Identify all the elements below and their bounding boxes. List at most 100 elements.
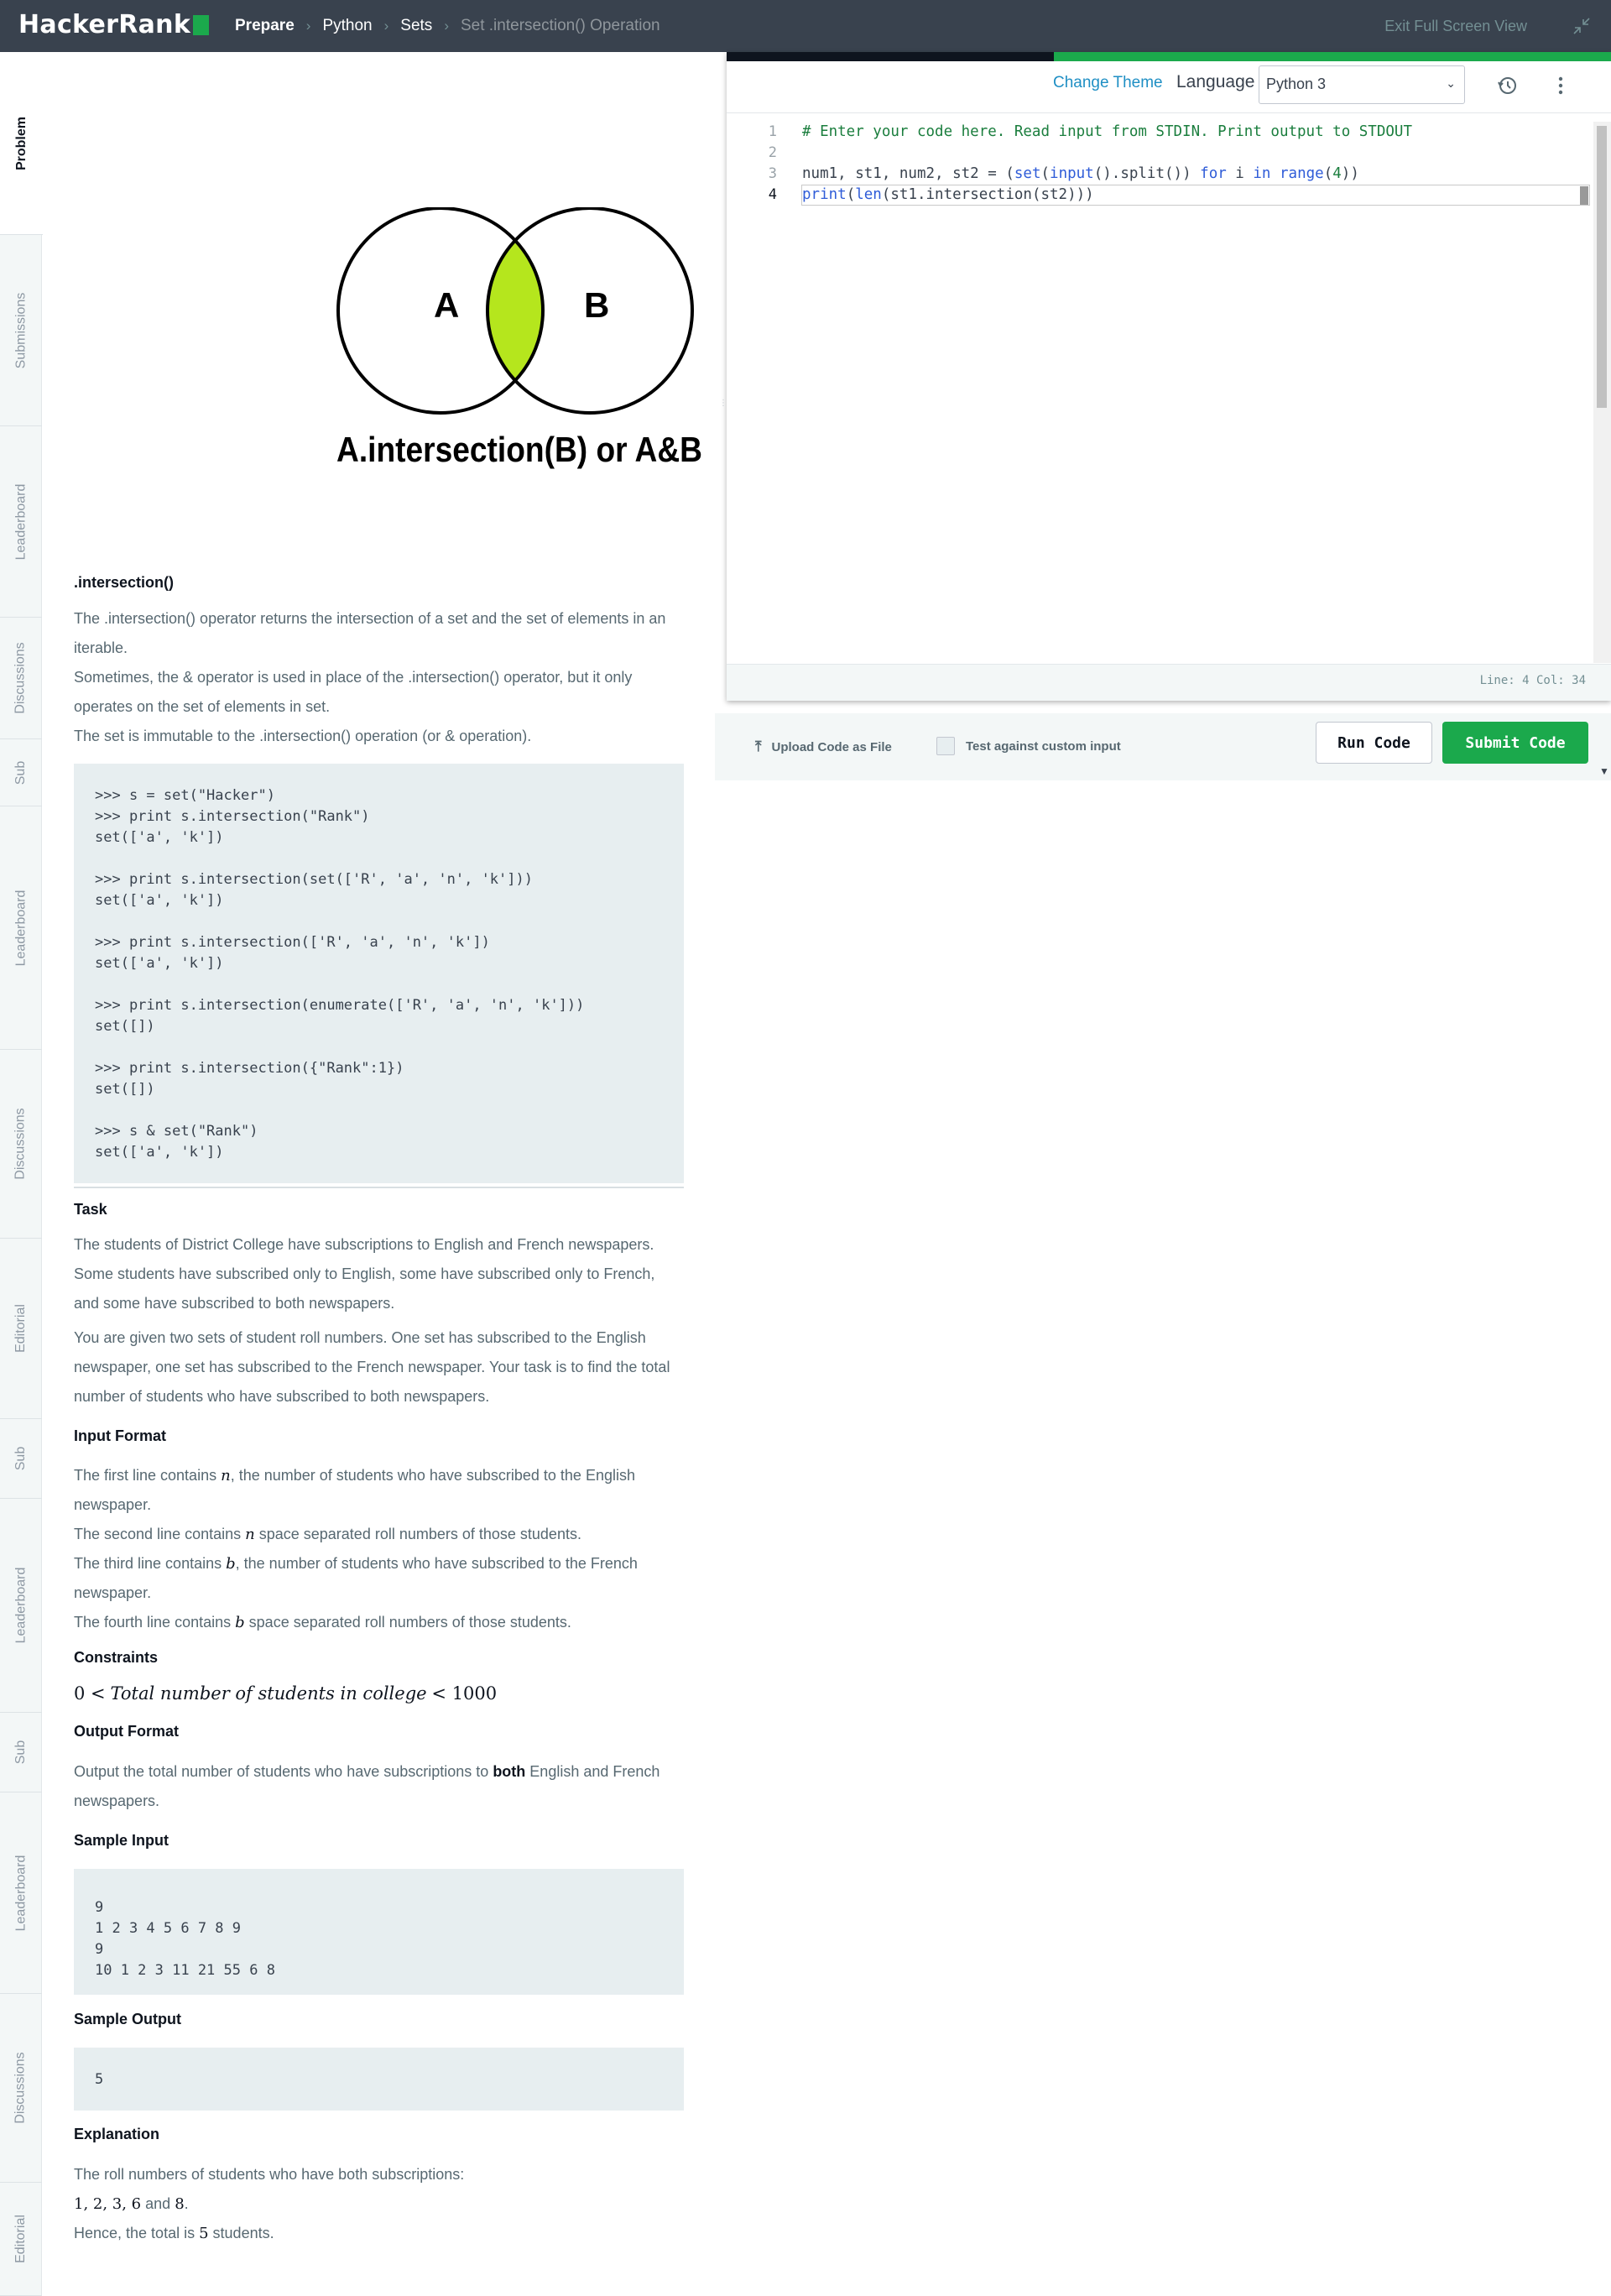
math-var: b <box>226 1555 236 1573</box>
tab-problem[interactable]: Problem <box>0 52 43 235</box>
math-var: n <box>245 1526 255 1543</box>
output-format-text: Output the total number of students who … <box>74 1757 686 1816</box>
logo-text: HackerRank <box>18 10 191 39</box>
tab-discussions[interactable]: Discussions <box>0 1050 42 1239</box>
upload-icon: ⤒ <box>755 738 762 754</box>
task-line: Some students have subscribed only to En… <box>74 1265 655 1282</box>
tab-label: Discussions <box>13 2052 29 2124</box>
tab-label: Submissions <box>13 292 29 368</box>
collapse-icon[interactable] <box>1572 17 1591 35</box>
explanation-line: Hence, the total is 5 students. <box>74 2219 686 2248</box>
tab-sub[interactable]: Sub <box>0 1713 42 1792</box>
input-line: newspaper. <box>74 1496 152 1513</box>
cursor-position: Line: 4 Col: 34 <box>1479 674 1586 687</box>
math-text: 5 <box>199 2225 209 2242</box>
change-theme-link[interactable]: Change Theme <box>1053 74 1163 92</box>
math-var: n <box>221 1467 231 1485</box>
venn-diagram: A B A.intersection(B) or A&B <box>336 207 702 469</box>
more-vertical-icon[interactable] <box>1552 74 1569 97</box>
tab-leaderboard[interactable]: Leaderboard <box>0 426 42 618</box>
explanation-line: 1, 2, 3, 6 and 8. <box>74 2189 686 2219</box>
math-text: < 1000 <box>431 1683 498 1704</box>
divider <box>74 1187 684 1188</box>
tab-label: Leaderboard <box>13 1567 28 1644</box>
pane-resize-handle[interactable]: ⋮ <box>719 399 727 432</box>
breadcrumb-python[interactable]: Python <box>322 17 372 35</box>
intro-line: Sometimes, the & operator is used in pla… <box>74 669 633 686</box>
minimap-cursor <box>1580 186 1588 205</box>
text: The second line contains <box>74 1526 242 1542</box>
text: Hence, the total is <box>74 2225 200 2241</box>
intro-paragraph: The .intersection() operator returns the… <box>74 604 686 751</box>
line-number: 1 <box>768 123 777 140</box>
intro-line: iterable. <box>74 639 128 656</box>
text: The third line contains <box>74 1555 222 1572</box>
custom-input-checkbox[interactable] <box>936 737 955 755</box>
tab-sub[interactable]: Sub <box>0 739 42 806</box>
text: students. <box>208 2225 274 2241</box>
text: The fourth line contains <box>74 1614 232 1631</box>
text: English and French <box>525 1763 660 1780</box>
upload-code-button[interactable]: ⤒ Upload Code as File <box>755 738 892 755</box>
task-paragraph-1: The students of District College have su… <box>74 1230 686 1318</box>
sample-input-block: 9 1 2 3 4 5 6 7 8 9 9 10 1 2 3 11 21 55 … <box>74 1869 684 1995</box>
input-line: The third line contains b, the number of… <box>74 1549 686 1578</box>
set-a-label: A <box>434 285 459 325</box>
breadcrumb-current: Set .intersection() Operation <box>460 17 660 34</box>
task-line: newspaper, one set has subscribed to the… <box>74 1359 670 1375</box>
constraints-title: Constraints <box>74 1649 159 1666</box>
scroll-down-arrow-icon[interactable]: ▼ <box>1599 765 1609 777</box>
tab-discussions[interactable]: Discussions <box>0 618 42 739</box>
tab-sub[interactable]: Sub <box>0 1419 42 1499</box>
breadcrumb-sets[interactable]: Sets <box>400 17 432 35</box>
tab-label: Sub <box>13 760 28 785</box>
task-line: and some have subscribed to both newspap… <box>74 1295 395 1312</box>
output-format-title: Output Format <box>74 1723 179 1740</box>
sample-output-title: Sample Output <box>74 2011 182 2027</box>
example-code-block: >>> s = set("Hacker") >>> print s.inters… <box>74 764 684 1183</box>
language-select[interactable]: Python 3 ⌄ <box>1259 65 1465 104</box>
breadcrumb-prepare[interactable]: Prepare <box>235 17 295 35</box>
input-line: The second line contains n space separat… <box>74 1520 686 1549</box>
math-text: 0 < <box>74 1683 106 1704</box>
line-number-gutter: 1 2 3 4 <box>727 122 777 206</box>
set-b-label: B <box>584 285 609 325</box>
tab-label: Discussions <box>13 1108 29 1180</box>
history-icon[interactable] <box>1496 74 1520 97</box>
text: , the number of students who have subscr… <box>235 1555 638 1572</box>
intro-line: The .intersection() operator returns the… <box>74 610 666 627</box>
language-label: Language <box>1176 72 1255 91</box>
venn-caption: A.intersection(B) or A&B <box>336 430 702 469</box>
math-text: 1, 2, 3, 6 <box>74 2195 142 2213</box>
math-text: 8 <box>175 2195 185 2213</box>
text: space separated roll numbers of those st… <box>254 1526 581 1542</box>
output-line: Output the total number of students who … <box>74 1757 686 1787</box>
progress-bar-fill <box>727 52 1054 61</box>
line-number: 2 <box>768 144 777 161</box>
tab-leaderboard[interactable]: Leaderboard <box>0 1499 42 1713</box>
tab-leaderboard[interactable]: Leaderboard <box>0 1792 42 1994</box>
editor-statusbar <box>727 664 1611 701</box>
explanation-text: The roll numbers of students who have bo… <box>74 2160 686 2248</box>
task-paragraph-2: You are given two sets of student roll n… <box>74 1323 686 1412</box>
explanation-line: The roll numbers of students who have bo… <box>74 2166 465 2183</box>
tab-label: Discussions <box>13 642 29 714</box>
custom-input-label[interactable]: Test against custom input <box>966 739 1121 754</box>
tab-label: Problem <box>13 116 29 170</box>
submit-code-button[interactable]: Submit Code <box>1442 722 1588 764</box>
tab-leaderboard[interactable]: Leaderboard <box>0 806 42 1050</box>
chevron-right-icon: › <box>305 18 311 34</box>
sample-input-title: Sample Input <box>74 1832 169 1849</box>
chevron-right-icon: › <box>383 18 389 34</box>
hackerrank-logo[interactable]: HackerRank <box>18 10 210 39</box>
exit-fullscreen-link[interactable]: Exit Full Screen View <box>1384 0 1527 52</box>
top-navbar: HackerRank Prepare › Python › Sets › Set… <box>0 0 1611 52</box>
code-content[interactable]: # Enter your code here. Read input from … <box>802 122 1412 206</box>
editor-scrollbar-thumb[interactable] <box>1597 126 1607 408</box>
tab-editorial[interactable]: Editorial <box>0 2183 42 2296</box>
run-code-button[interactable]: Run Code <box>1316 722 1432 764</box>
tab-label: Leaderboard <box>13 1855 28 1931</box>
tab-editorial[interactable]: Editorial <box>0 1239 42 1419</box>
tab-discussions[interactable]: Discussions <box>0 1994 42 2183</box>
tab-submissions[interactable]: Submissions <box>0 235 42 426</box>
